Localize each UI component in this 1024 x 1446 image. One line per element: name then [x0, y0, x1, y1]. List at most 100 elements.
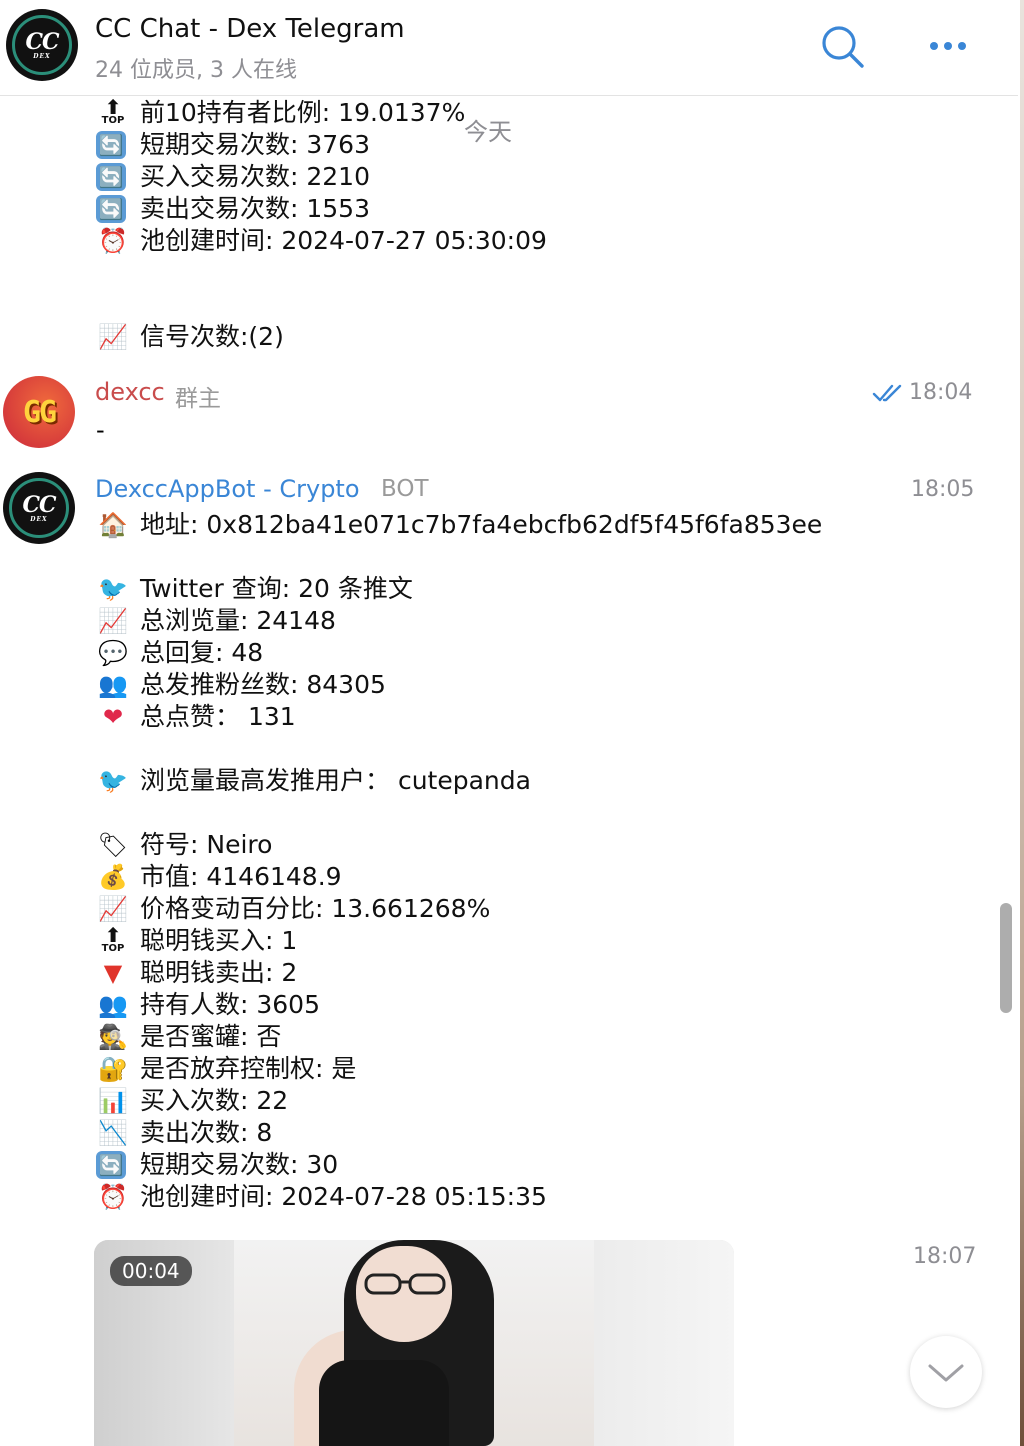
avatar-logo-text: CC: [25, 28, 59, 55]
list-item: 🔐 是否放弃控制权: 是: [96, 1053, 356, 1085]
message-line: 买入交易次数: 2210: [140, 162, 370, 191]
message-time: 18:04: [909, 380, 973, 405]
scroll-to-bottom-button[interactable]: [910, 1336, 982, 1408]
bird-icon: 🐦: [98, 767, 128, 795]
list-item: ▼ 聪明钱卖出: 2: [96, 957, 298, 989]
chat-member-status: 24 位成员, 3 人在线: [95, 58, 297, 83]
search-icon[interactable]: [820, 24, 866, 70]
avatar-logo-text: CC: [22, 491, 56, 518]
avatar-logo: CC DEX: [25, 28, 59, 60]
list-item: 👥 持有人数: 3605: [96, 989, 320, 1021]
glasses-shape: [364, 1273, 446, 1295]
refresh-icon: 🔄: [96, 1151, 126, 1179]
message-line: 总发推粉丝数: 84305: [140, 670, 386, 699]
message-line: 浏览量最高发推用户： cutepanda: [140, 766, 531, 795]
avatar-logo: CC DEX: [22, 491, 56, 523]
sender-name[interactable]: dexcc: [95, 378, 165, 406]
message-line: 聪明钱卖出: 2: [140, 958, 298, 987]
video-frame-right: [594, 1240, 734, 1446]
heart-icon: ❤: [102, 703, 124, 731]
wallpaper-edge: [1020, 0, 1024, 1446]
chat-title[interactable]: CC Chat - Dex Telegram: [95, 14, 405, 44]
scrollbar-thumb[interactable]: [1000, 903, 1012, 1013]
message-line: 卖出交易次数: 1553: [140, 194, 370, 223]
message-time: 18:07: [913, 1244, 977, 1269]
date-divider: 今天: [464, 118, 512, 146]
chart-up-icon: 📈: [98, 607, 128, 635]
chat-header: CC DEX CC Chat - Dex Telegram 24 位成员, 3 …: [0, 0, 1018, 96]
list-item: ⬆ TOP 前10持有者比例: 19.0137%: [96, 95, 466, 129]
message-line: 持有人数: 3605: [140, 990, 320, 1019]
alarm-clock-icon: ⏰: [98, 227, 128, 255]
read-checkmarks-icon: [872, 384, 902, 402]
list-item: 🔄 卖出交易次数: 1553: [96, 193, 370, 225]
chart-up-icon: 📈: [98, 895, 128, 923]
bird-icon: 🐦: [98, 575, 128, 603]
message-line: 聪明钱买入: 1: [140, 926, 298, 955]
list-item: 💰 市值: 4146148.9: [96, 861, 342, 893]
list-item: 🔄 短期交易次数: 30: [96, 1149, 338, 1181]
list-item: ⬆ TOP 聪明钱买入: 1: [96, 923, 298, 957]
label-icon: 🏷: [97, 831, 129, 859]
top-arrow-icon: ⬆ TOP: [101, 95, 125, 126]
message-line: 卖出次数: 8: [140, 1118, 273, 1147]
telegram-chat-window: CC DEX CC Chat - Dex Telegram 24 位成员, 3 …: [0, 0, 1024, 1446]
money-bag-icon: 💰: [98, 863, 128, 891]
message-line: 池创建时间: 2024-07-28 05:15:35: [140, 1182, 547, 1211]
avatar-initials: GG: [22, 394, 57, 430]
list-item: 📊 买入次数: 22: [96, 1085, 288, 1117]
list-item: 🏷 符号: Neiro: [96, 829, 273, 861]
message-line: 前10持有者比例: 19.0137%: [140, 98, 466, 127]
top-arrow-icon: ⬆ TOP: [101, 923, 125, 954]
chat-avatar[interactable]: CC DEX: [6, 9, 78, 81]
chart-down-icon: 📉: [98, 1119, 128, 1147]
list-item: 🏠 地址: 0x812ba41e071c7b7fa4ebcfb62df5f45f6…: [96, 509, 822, 541]
list-item: 💬 总回复: 48: [96, 637, 263, 669]
message-line: 价格变动百分比: 13.661268%: [140, 894, 491, 923]
red-triangle-down-icon: ▼: [103, 959, 123, 987]
message-line: 符号: Neiro: [140, 830, 273, 859]
message-line: 短期交易次数: 3763: [140, 130, 370, 159]
chevron-down-icon: [928, 1364, 964, 1382]
list-item: 🔄 短期交易次数: 3763: [96, 129, 370, 161]
video-duration-badge: 00:04: [110, 1256, 192, 1286]
list-item: 📈 价格变动百分比: 13.661268%: [96, 893, 490, 925]
more-options-icon[interactable]: [925, 28, 971, 64]
chart-up-icon: 📈: [98, 323, 128, 351]
bar-chart-icon: 📊: [98, 1087, 128, 1115]
avatar[interactable]: CC DEX: [3, 472, 75, 544]
message-line: 信号次数:(2): [140, 322, 284, 351]
sender-name[interactable]: DexccAppBot - Crypto: [95, 475, 360, 503]
list-item: 📈 信号次数:(2): [96, 321, 284, 353]
avatar[interactable]: GG: [3, 376, 75, 448]
people-icon: 👥: [98, 671, 128, 699]
video-message[interactable]: 00:04: [94, 1240, 734, 1446]
list-item: 👥 总发推粉丝数: 84305: [96, 669, 386, 701]
message-line: 买入次数: 22: [140, 1086, 289, 1115]
message-line: 短期交易次数: 30: [140, 1150, 339, 1179]
message-text: -: [96, 416, 105, 444]
alarm-clock-icon: ⏰: [98, 1183, 128, 1211]
message-line: 总点赞： 131: [140, 702, 296, 731]
list-item: 🐦 Twitter 查询: 20 条推文: [96, 573, 413, 605]
message-line: 是否放弃控制权: 是: [140, 1054, 357, 1083]
message-line: 总浏览量: 24148: [140, 606, 336, 635]
house-icon: 🏠: [98, 511, 128, 539]
list-item: ⏰ 池创建时间: 2024-07-27 05:30:09: [96, 225, 547, 257]
message-line: 总回复: 48: [140, 638, 264, 667]
refresh-icon: 🔄: [96, 163, 126, 191]
sender-role-badge: BOT: [381, 476, 429, 502]
list-item: 🐦 浏览量最高发推用户： cutepanda: [96, 765, 531, 797]
video-figure-top: [319, 1360, 449, 1446]
list-item: ❤ 总点赞： 131: [96, 701, 296, 733]
list-item: 🔄 买入交易次数: 2210: [96, 161, 370, 193]
message-line: 是否蜜罐: 否: [140, 1022, 282, 1051]
detective-icon: 🕵: [98, 1023, 128, 1051]
message-line: 市值: 4146148.9: [140, 862, 342, 891]
message-line: 池创建时间: 2024-07-27 05:30:09: [140, 226, 547, 255]
message-time: 18:05: [911, 477, 975, 502]
lock-key-icon: 🔐: [98, 1055, 128, 1083]
message-line: 地址: 0x812ba41e071c7b7fa4ebcfb62df5f45f6f…: [140, 510, 823, 539]
refresh-icon: 🔄: [96, 195, 126, 223]
refresh-icon: 🔄: [96, 131, 126, 159]
